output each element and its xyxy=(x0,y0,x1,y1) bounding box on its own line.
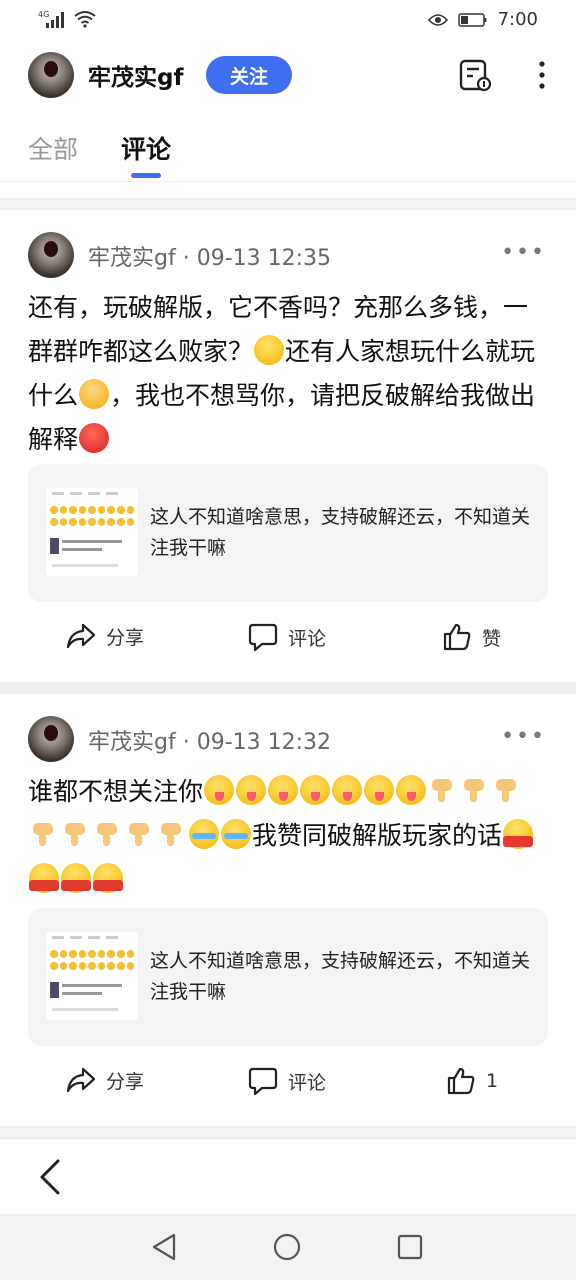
tongue-emoji-icon xyxy=(204,775,235,805)
post-text[interactable]: 还有，玩破解版，它不香吗？充那么多钱，一群群咋都这么败家？ 还有人家想玩什么就玩什… xyxy=(28,286,548,462)
quote-text: 这人不知道啥意思，支持破解还云，不知道关注我干嘛 xyxy=(150,950,531,1003)
follow-button[interactable]: 关注 xyxy=(206,56,292,94)
status-bar: 4G 7:00 xyxy=(0,0,576,40)
quoted-post-card[interactable]: 这人不知道啥意思，支持破解还云，不知道关注我干嘛 xyxy=(28,908,548,1046)
avatar[interactable] xyxy=(28,716,74,762)
thumbs-down-emoji-icon xyxy=(428,775,458,805)
share-icon xyxy=(66,1067,96,1093)
quote-thumbnail xyxy=(46,488,138,576)
comment-icon xyxy=(248,1067,278,1096)
post-author[interactable]: 牢茂实gf xyxy=(88,730,176,755)
edit-note-icon[interactable] xyxy=(458,58,492,92)
eye-icon xyxy=(427,13,448,26)
thumbs-down-emoji-icon xyxy=(61,819,91,849)
thumbs-down-emoji-icon xyxy=(492,775,522,805)
same-here-emoji-icon xyxy=(503,819,534,849)
tab-bar: 全部 评论 xyxy=(0,120,576,182)
comment-button[interactable]: 评论 xyxy=(248,622,326,652)
thumbs-down-emoji-icon xyxy=(93,819,123,849)
avatar[interactable] xyxy=(28,52,74,98)
angry-emoji-icon xyxy=(79,423,110,453)
bottom-bar xyxy=(0,1138,576,1214)
tongue-emoji-icon xyxy=(236,775,267,805)
nav-recents-icon[interactable] xyxy=(396,1232,424,1262)
profile-header: 牢茂实gf 关注 xyxy=(0,44,576,108)
signal-icon: 4G xyxy=(38,10,64,28)
wifi-icon xyxy=(74,11,96,28)
like-button[interactable]: 1 xyxy=(446,1066,498,1096)
same-here-emoji-icon xyxy=(93,863,123,893)
comment-icon xyxy=(248,623,278,652)
clock: 7:00 xyxy=(497,9,538,30)
system-nav-bar xyxy=(0,1214,576,1280)
thumbs-up-icon xyxy=(447,1067,475,1095)
back-arrow-icon[interactable] xyxy=(36,1159,64,1195)
post-meta: 牢茂实gf · 09-13 12:35 xyxy=(88,240,331,272)
tongue-emoji-icon xyxy=(332,775,363,805)
post-actions: 分享 评论 赞 xyxy=(0,622,576,662)
share-icon xyxy=(66,623,96,649)
tab-indicator xyxy=(131,173,161,178)
tongue-emoji-icon xyxy=(396,775,427,805)
quote-text: 这人不知道啥意思，支持破解还云，不知道关注我干嘛 xyxy=(150,506,531,559)
smile-emoji-icon xyxy=(254,335,285,365)
post-timestamp: · 09-13 12:32 xyxy=(182,730,332,755)
section-divider xyxy=(0,198,576,210)
avatar[interactable] xyxy=(28,232,74,278)
section-divider xyxy=(0,1126,576,1138)
share-button[interactable]: 分享 xyxy=(66,622,144,650)
more-vertical-icon[interactable] xyxy=(532,58,552,92)
thumbs-down-emoji-icon xyxy=(29,819,59,849)
tongue-emoji-icon xyxy=(364,775,395,805)
post-timestamp: · 09-13 12:35 xyxy=(182,246,332,271)
nav-back-icon[interactable] xyxy=(150,1232,180,1262)
thumbs-down-emoji-icon xyxy=(125,819,155,849)
battery-icon xyxy=(457,12,487,27)
tongue-emoji-icon xyxy=(300,775,331,805)
share-button[interactable]: 分享 xyxy=(66,1066,144,1094)
post-author[interactable]: 牢茂实gf xyxy=(88,246,176,271)
post-text[interactable]: 谁都不想关注你我赞同破解版玩家的话 xyxy=(28,770,548,902)
thumbs-down-emoji-icon xyxy=(157,819,187,849)
tongue-emoji-icon xyxy=(268,775,299,805)
tab-comments[interactable]: 评论 xyxy=(121,130,171,166)
comment-button[interactable]: 评论 xyxy=(248,1066,326,1096)
like-button[interactable]: 赞 xyxy=(442,622,501,652)
same-here-emoji-icon xyxy=(61,863,91,893)
crying-emoji-icon xyxy=(221,819,251,849)
profile-username: 牢茂实gf xyxy=(88,65,184,91)
crying-emoji-icon xyxy=(189,819,219,849)
more-options-icon[interactable]: ••• xyxy=(501,240,546,265)
post-card: 牢茂实gf · 09-13 12:35 ••• 还有，玩破解版，它不香吗？充那么… xyxy=(0,210,576,682)
post-card: 牢茂实gf · 09-13 12:32 ••• 谁都不想关注你我赞同破解版玩家的… xyxy=(0,694,576,1126)
svg-text:4G: 4G xyxy=(38,10,49,19)
same-here-emoji-icon xyxy=(29,863,59,893)
thumbs-up-icon xyxy=(443,623,471,651)
post-meta: 牢茂实gf · 09-13 12:32 xyxy=(88,724,331,756)
section-divider xyxy=(0,682,576,694)
more-options-icon[interactable]: ••• xyxy=(501,724,546,749)
tab-all[interactable]: 全部 xyxy=(28,130,78,166)
quote-thumbnail xyxy=(46,932,138,1020)
thumbs-down-emoji-icon xyxy=(460,775,490,805)
like-count: 1 xyxy=(486,1070,499,1092)
nav-home-icon[interactable] xyxy=(272,1232,302,1262)
flushed-emoji-icon xyxy=(79,379,110,409)
quoted-post-card[interactable]: 这人不知道啥意思，支持破解还云，不知道关注我干嘛 xyxy=(28,464,548,602)
post-actions: 分享 评论 1 xyxy=(0,1066,576,1106)
